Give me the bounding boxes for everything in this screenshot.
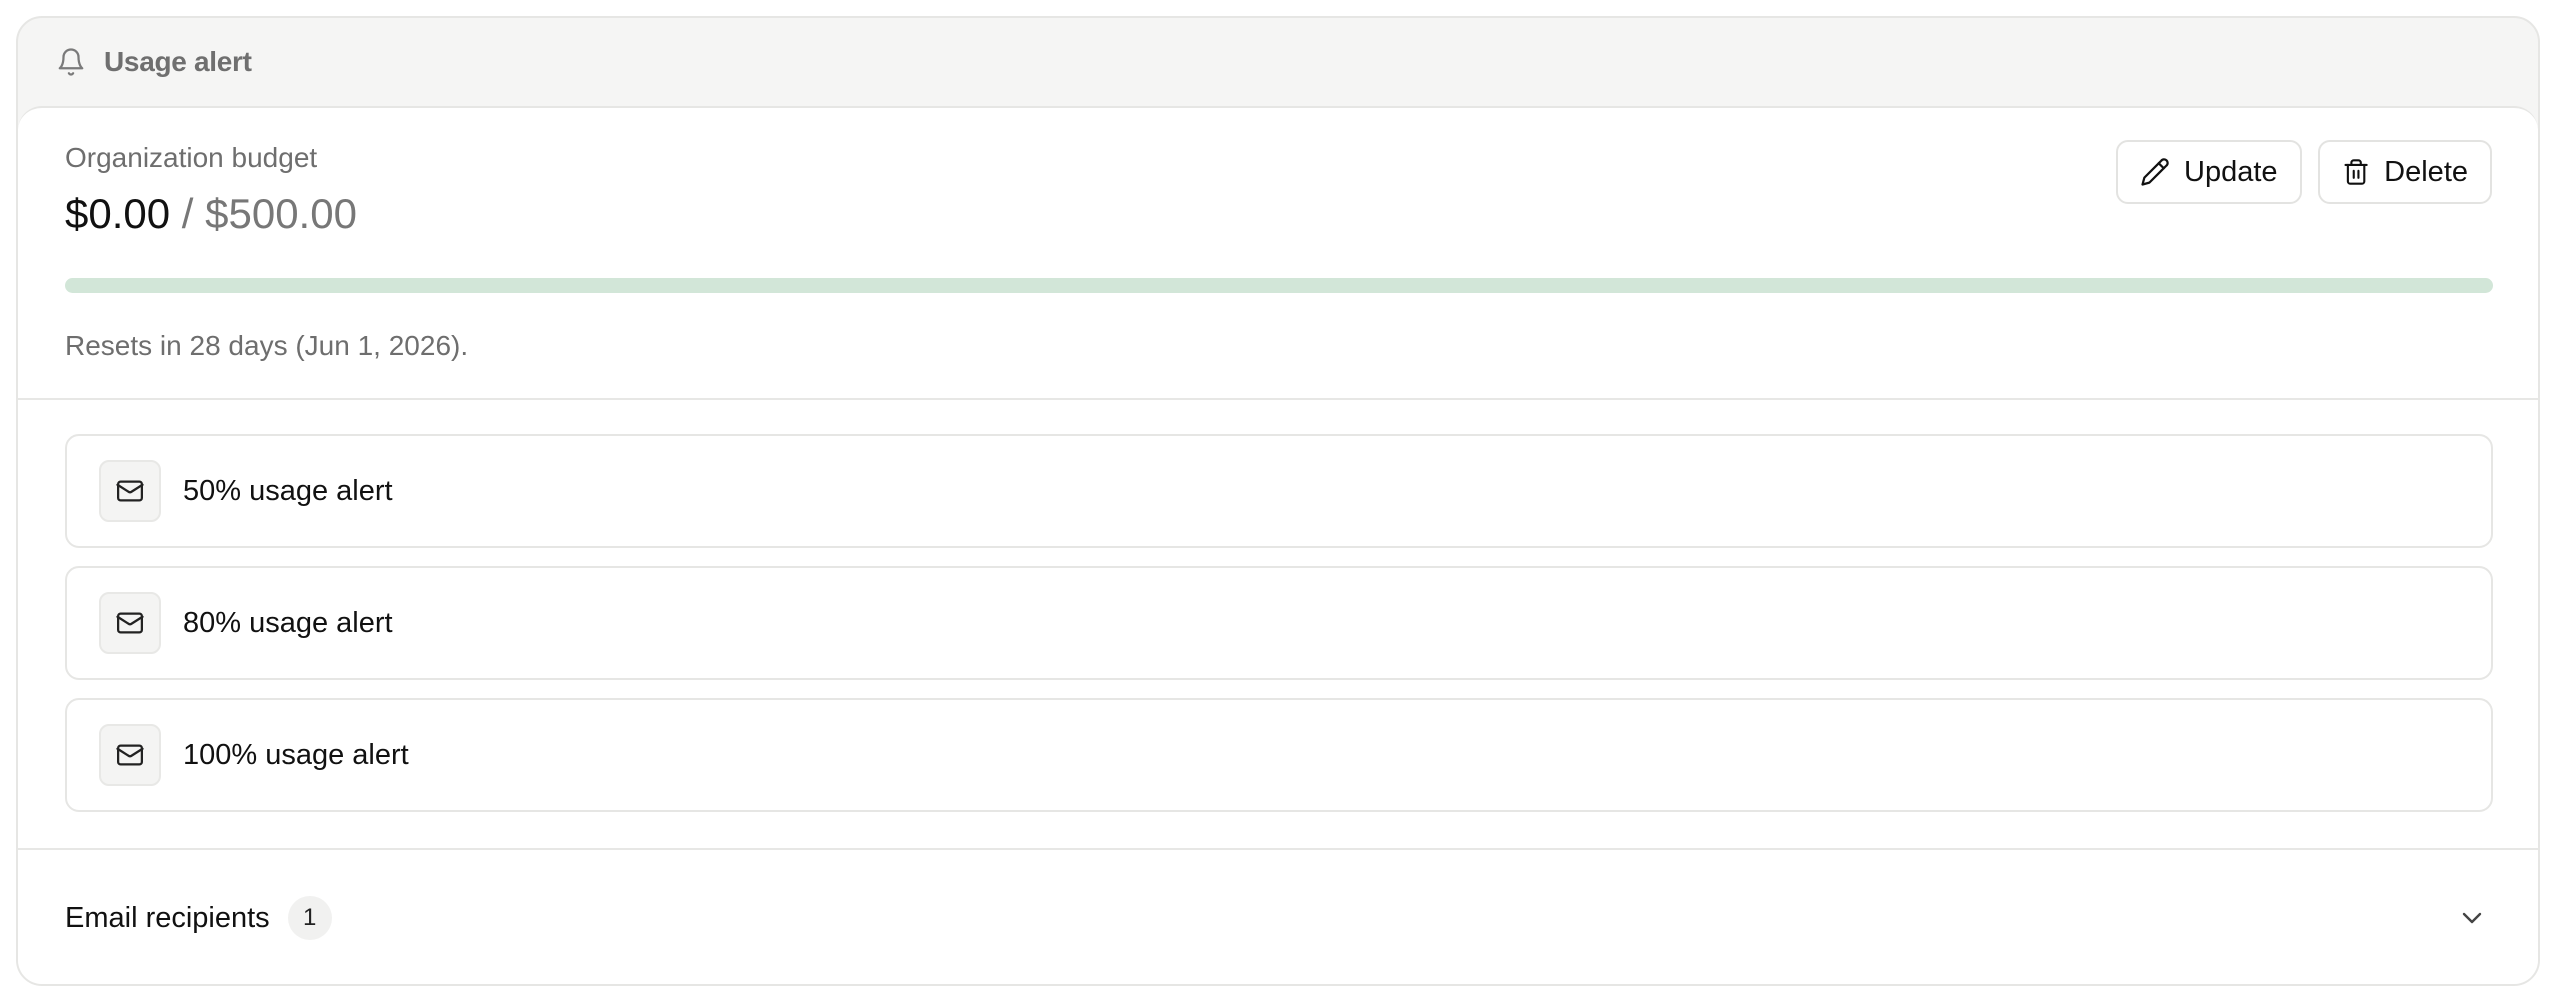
budget-separator: /: [181, 190, 194, 237]
list-item[interactable]: 100% usage alert: [65, 698, 2493, 812]
usage-alert-panel: Usage alert Organization budget $0.00 / …: [16, 16, 2540, 986]
alert-label: 80% usage alert: [183, 606, 393, 639]
mail-icon: [99, 460, 161, 522]
delete-button[interactable]: Delete: [2318, 140, 2492, 204]
mail-icon: [99, 724, 161, 786]
budget-card: Organization budget $0.00 / $500.00 Upda…: [18, 106, 2538, 984]
trash-icon: [2344, 159, 2368, 185]
alert-label: 50% usage alert: [183, 474, 393, 507]
update-button[interactable]: Update: [2116, 140, 2302, 204]
alert-list: 50% usage alert 80% usage alert 100% usa…: [65, 434, 2493, 830]
delete-button-label: Delete: [2384, 155, 2468, 188]
budget-progress-bar: [65, 278, 2493, 293]
budget-section: Organization budget $0.00 / $500.00 Upda…: [18, 108, 2538, 400]
panel-title: Usage alert: [104, 46, 252, 77]
email-recipients-label: Email recipients: [65, 901, 270, 934]
recipients-count-badge: 1: [287, 896, 332, 940]
budget-spent: $0.00: [65, 190, 171, 237]
bell-icon: [56, 47, 86, 77]
budget-label: Organization budget: [65, 142, 318, 173]
list-item[interactable]: 50% usage alert: [65, 434, 2493, 548]
mail-icon: [99, 592, 161, 654]
alert-label: 100% usage alert: [183, 738, 409, 771]
update-button-label: Update: [2184, 155, 2278, 188]
chevron-down-icon: [2462, 912, 2482, 924]
reset-text: Resets in 28 days (Jun 1, 2026).: [65, 330, 469, 361]
email-recipients-toggle[interactable]: Email recipients 1: [18, 848, 2538, 984]
pencil-icon: [2141, 158, 2169, 186]
list-item[interactable]: 80% usage alert: [65, 566, 2493, 680]
budget-amount: $0.00 / $500.00: [65, 190, 357, 238]
budget-limit: $500.00: [205, 190, 357, 237]
panel-header: Usage alert: [18, 18, 2538, 106]
